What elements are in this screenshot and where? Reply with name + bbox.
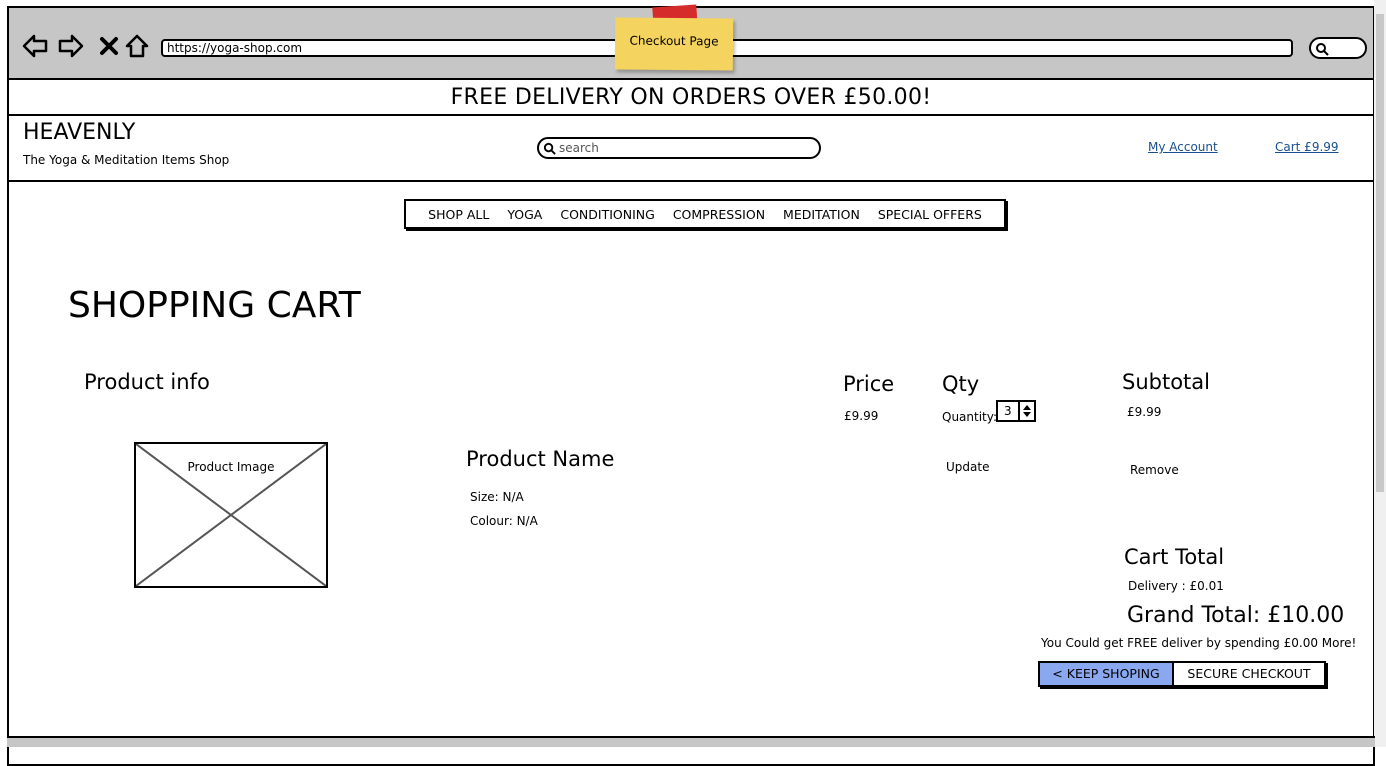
keep-shopping-button[interactable]: < KEEP SHOPING	[1040, 663, 1174, 685]
sticky-note: Checkout Page	[614, 17, 734, 71]
delivery-cost: Delivery : £0.01	[1128, 579, 1224, 593]
cart-actions: < KEEP SHOPING SECURE CHECKOUT	[1038, 661, 1326, 687]
quantity-label: Quantity:	[942, 410, 998, 424]
browser-bottom-bar	[7, 736, 1375, 747]
product-image-label: Product Image	[187, 460, 275, 474]
cart-link[interactable]: Cart £9.99	[1275, 140, 1339, 154]
product-size: Size: N/A	[470, 490, 524, 504]
site-search-input[interactable]: search	[537, 137, 821, 159]
search-placeholder: search	[559, 141, 599, 155]
menu-item-meditation[interactable]: MEDITATION	[774, 207, 869, 222]
search-icon	[1316, 43, 1329, 56]
my-account-link[interactable]: My Account	[1148, 140, 1218, 154]
site-header: HEAVENLY The Yoga & Meditation Items Sho…	[9, 116, 1373, 182]
product-image[interactable]: Product Image	[134, 442, 328, 588]
menu-item-conditioning[interactable]: CONDITIONING	[551, 207, 663, 222]
page-title: SHOPPING CART	[68, 285, 361, 326]
category-menu: SHOP ALL YOGA CONDITIONING COMPRESSION M…	[404, 199, 1006, 229]
remove-link[interactable]: Remove	[1130, 463, 1179, 477]
back-arrow-icon[interactable]	[21, 32, 49, 60]
price-heading: Price	[843, 372, 895, 396]
subtotal-heading: Subtotal	[1122, 370, 1210, 394]
scrollbar-thumb[interactable]	[1376, 14, 1384, 492]
site-tagline: The Yoga & Meditation Items Shop	[23, 153, 230, 167]
search-icon	[543, 142, 556, 155]
cart-total-heading: Cart Total	[1124, 545, 1225, 569]
item-price: £9.99	[844, 409, 879, 423]
product-name[interactable]: Product Name	[466, 447, 614, 471]
menu-item-yoga[interactable]: YOGA	[498, 207, 551, 222]
secure-checkout-button[interactable]: SECURE CHECKOUT	[1174, 663, 1324, 685]
home-icon[interactable]	[123, 32, 151, 60]
product-colour: Colour: N/A	[470, 514, 538, 528]
grand-total: Grand Total: £10.00	[1127, 603, 1345, 628]
forward-arrow-icon[interactable]	[57, 32, 85, 60]
menu-item-shop-all[interactable]: SHOP ALL	[419, 207, 498, 222]
browser-search-button[interactable]	[1309, 37, 1367, 59]
site-logo[interactable]: HEAVENLY	[23, 120, 135, 145]
qty-heading: Qty	[942, 372, 980, 396]
quantity-value: 3	[1004, 404, 1012, 418]
menu-item-compression[interactable]: COMPRESSION	[664, 207, 774, 222]
quantity-stepper[interactable]: 3	[996, 400, 1036, 422]
item-subtotal: £9.99	[1127, 405, 1162, 419]
close-icon[interactable]	[95, 32, 123, 60]
update-link[interactable]: Update	[946, 460, 989, 474]
free-delivery-note: You Could get FREE deliver by spending £…	[1041, 636, 1357, 650]
menu-item-special-offers[interactable]: SPECIAL OFFERS	[869, 207, 991, 222]
product-info-heading: Product info	[84, 370, 210, 394]
promo-banner: FREE DELIVERY ON ORDERS OVER £50.00!	[9, 80, 1373, 116]
spinner-arrows-icon[interactable]	[1018, 402, 1034, 420]
